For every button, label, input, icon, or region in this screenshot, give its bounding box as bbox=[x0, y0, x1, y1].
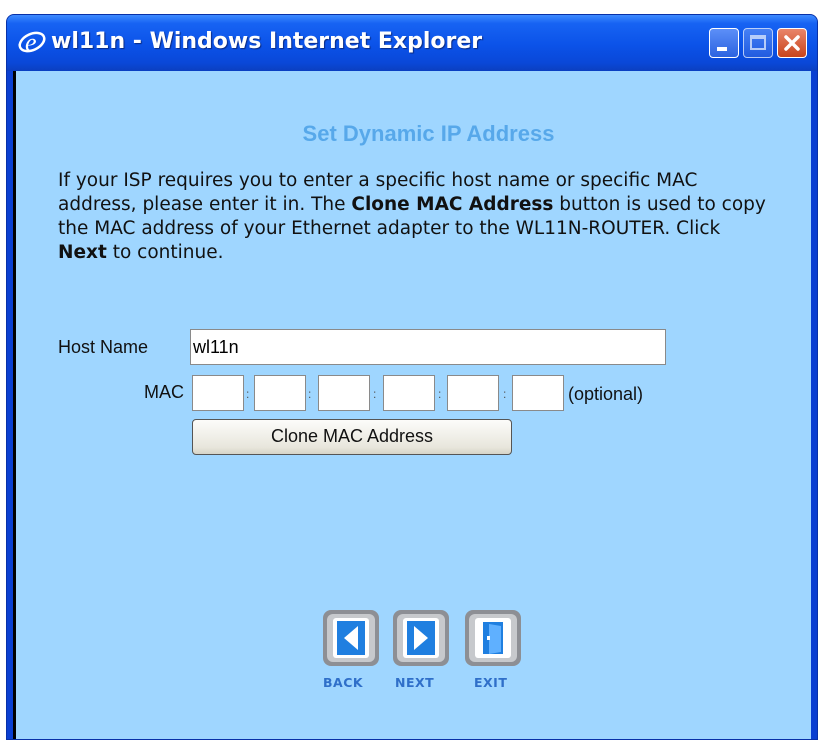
mac-octet-4-input[interactable] bbox=[383, 375, 435, 411]
page-title: Set Dynamic IP Address bbox=[302, 121, 555, 146]
browser-window: e wl11n - Windows Internet Explorer Set … bbox=[6, 14, 818, 740]
maximize-icon bbox=[750, 35, 766, 50]
mac-octet-5-input[interactable] bbox=[447, 375, 499, 411]
mac-separator: : bbox=[503, 387, 507, 401]
window-title: wl11n - Windows Internet Explorer bbox=[51, 29, 483, 54]
close-button[interactable] bbox=[777, 28, 807, 58]
exit-door-icon bbox=[483, 622, 503, 654]
page-content: Set Dynamic IP Address If your ISP requi… bbox=[13, 71, 811, 739]
title-bar[interactable]: e wl11n - Windows Internet Explorer bbox=[7, 15, 817, 71]
close-icon bbox=[784, 35, 800, 51]
next-label[interactable]: NEXT bbox=[395, 675, 434, 690]
clone-mac-emphasis: Clone MAC Address bbox=[351, 194, 554, 215]
host-name-label: Host Name bbox=[58, 337, 149, 357]
mac-separator: : bbox=[308, 387, 312, 401]
instructions-text: If your ISP requires you to enter a spec… bbox=[58, 170, 766, 263]
exit-button[interactable] bbox=[464, 609, 522, 667]
host-name-input[interactable] bbox=[190, 329, 666, 365]
maximize-button[interactable] bbox=[743, 28, 773, 58]
mac-separator: : bbox=[373, 387, 377, 401]
exit-label[interactable]: EXIT bbox=[474, 675, 507, 690]
back-button[interactable] bbox=[322, 609, 380, 667]
next-emphasis: Next bbox=[58, 242, 107, 263]
minimize-button[interactable] bbox=[709, 28, 739, 58]
mac-separator: : bbox=[438, 387, 442, 401]
mac-optional-note: (optional) bbox=[568, 384, 644, 404]
next-button[interactable] bbox=[392, 609, 450, 667]
mac-octet-3-input[interactable] bbox=[318, 375, 370, 411]
mac-octet-6-input[interactable] bbox=[512, 375, 564, 411]
mac-octet-1-input[interactable] bbox=[192, 375, 244, 411]
mac-label: MAC bbox=[144, 382, 184, 402]
minimize-icon bbox=[717, 47, 727, 51]
internet-explorer-icon: e bbox=[18, 28, 46, 57]
mac-separator: : bbox=[246, 387, 250, 401]
clone-mac-address-button[interactable]: Clone MAC Address bbox=[192, 419, 512, 455]
svg-text:e: e bbox=[25, 28, 37, 57]
mac-octet-2-input[interactable] bbox=[254, 375, 306, 411]
back-label[interactable]: BACK bbox=[323, 675, 363, 690]
